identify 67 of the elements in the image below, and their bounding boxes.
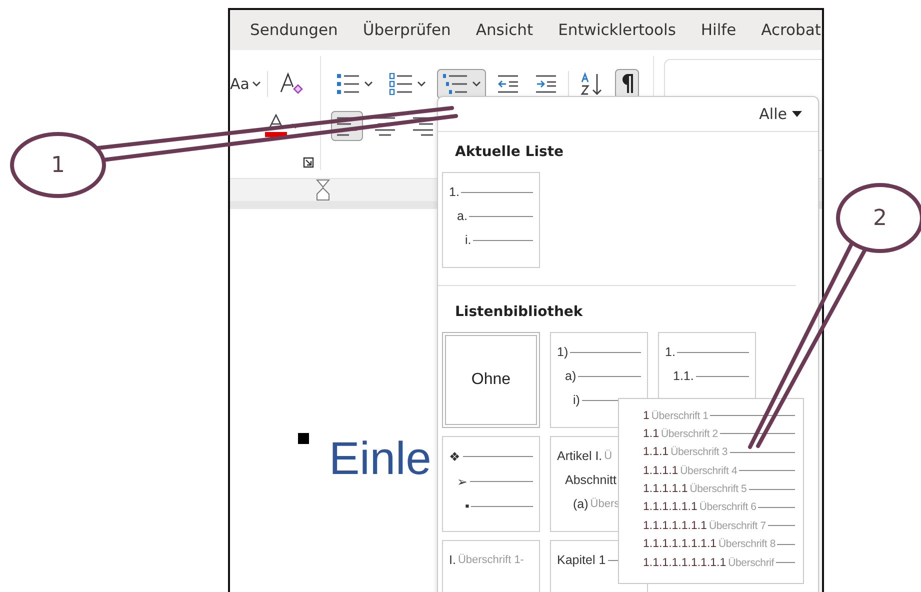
list-number: i. — [465, 233, 472, 247]
callout-number: 1 — [10, 132, 106, 198]
list-style-tile[interactable]: 1. a. i. — [442, 172, 540, 268]
heading-sample: Übers — [590, 498, 620, 510]
clear-formatting-icon — [279, 72, 304, 96]
font-color-icon — [265, 114, 287, 138]
ribbon-tab[interactable]: Sendungen — [250, 21, 338, 39]
ribbon-tab[interactable]: Überprüfen — [362, 21, 451, 39]
list-number: (a) — [573, 497, 588, 511]
pilcrow-icon — [620, 74, 634, 94]
ribbon-tab[interactable]: Ansicht — [476, 21, 534, 39]
ribbon-tab[interactable]: Entwicklertools — [558, 21, 676, 39]
list-number: Artikel I. — [557, 449, 602, 463]
callout-number: 2 — [836, 183, 921, 253]
list-number: ▪ — [465, 499, 470, 513]
decrease-indent-icon — [497, 75, 519, 93]
heading-sample: Überschrift 4 — [680, 464, 738, 477]
numbered-list-icon — [389, 73, 413, 95]
heading-sample: Ü — [604, 450, 612, 462]
increase-indent-icon — [535, 75, 557, 93]
sort-icon — [580, 72, 604, 96]
font-size-case-button[interactable]: Aa — [230, 69, 262, 99]
list-number: 1) — [557, 345, 568, 359]
list-style-tile[interactable]: Ohne — [442, 332, 540, 428]
heading-sample: Überschrift 3 — [670, 446, 728, 458]
list-style-tile[interactable]: ❖ ➢ ▪ — [442, 436, 540, 532]
list-number: ❖ — [449, 449, 461, 464]
multilevel-button[interactable] — [437, 69, 486, 99]
heading-sample: Überschrift 2 — [661, 428, 718, 440]
section-title: Listenbibliothek — [454, 303, 584, 322]
ribbon-tab[interactable]: Acrobat — [761, 21, 821, 39]
chevron-icon — [417, 81, 426, 87]
section-title: Aktuelle Liste — [454, 143, 565, 162]
indent-marker-icon[interactable] — [316, 179, 330, 201]
document-heading: Einle — [329, 431, 432, 486]
list-number: 1 — [643, 410, 650, 422]
filter-dropdown[interactable]: Alle — [759, 105, 802, 123]
pilcrow-button[interactable] — [615, 69, 639, 99]
list-number: Abschnitt — [565, 473, 616, 487]
chevron-icon — [252, 81, 262, 87]
multilevel-list-icon — [442, 73, 468, 95]
align-right-icon — [412, 116, 434, 136]
bullet-list-icon — [336, 73, 360, 95]
ribbon-tab[interactable]: Hilfe — [700, 21, 736, 39]
list-number: I. — [449, 553, 456, 567]
list-number: i) — [573, 393, 580, 407]
list-number: 1.1. — [673, 369, 694, 383]
heading-sample: Überschrift 6 — [699, 501, 756, 514]
caret-icon — [792, 111, 802, 117]
chevron-icon — [364, 81, 373, 87]
list-number: 1. — [665, 345, 676, 359]
list-number: ➢ — [457, 474, 468, 489]
align-center-icon — [374, 116, 396, 136]
list-number: 1. — [449, 185, 460, 199]
chevron-icon — [472, 81, 481, 87]
heading-sample: Überschrift 7 — [708, 520, 766, 532]
list-style-tile[interactable]: I. Überschrift 1- — [442, 540, 540, 592]
dialog-launcher-icon[interactable] — [303, 157, 314, 168]
list-number: Kapitel 1 — [557, 553, 606, 567]
align-left-icon — [336, 116, 358, 136]
heading-sample: Überschrift 8 — [718, 538, 776, 550]
list-number: a. — [457, 209, 468, 223]
bullet-square — [298, 433, 309, 444]
heading-sample: Überschrift 1- — [458, 554, 524, 566]
heading-sample: Überschrif — [728, 556, 774, 569]
heading-sample: Überschrift 5 — [690, 483, 747, 496]
list-number: a) — [565, 369, 576, 383]
